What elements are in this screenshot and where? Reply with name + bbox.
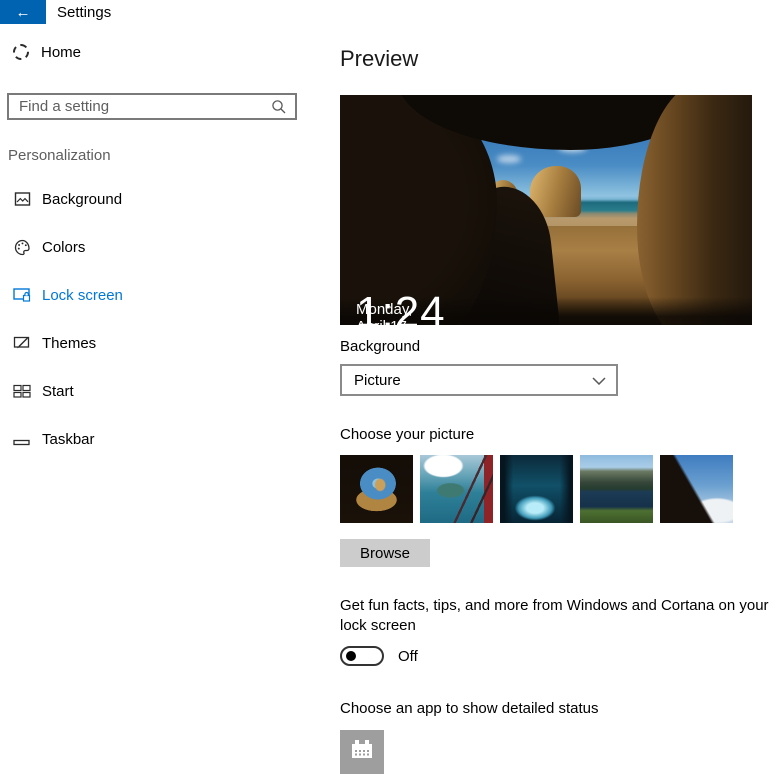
choose-picture-label: Choose your picture xyxy=(340,426,474,443)
nav-label: Lock screen xyxy=(42,287,123,304)
preview-date: Monday, April 17 xyxy=(356,301,412,325)
browse-button[interactable]: Browse xyxy=(340,539,430,567)
thumbnail-aerial-coastline[interactable] xyxy=(420,455,493,523)
nav-label: Background xyxy=(42,191,122,208)
toggle-state-label: Off xyxy=(398,648,418,665)
palette-icon xyxy=(13,239,31,255)
lock-screen-preview-image: 1:24 Monday, April 17 xyxy=(340,95,752,325)
sidebar-item-themes[interactable]: Themes xyxy=(0,319,320,367)
home-label: Home xyxy=(41,44,81,61)
page-title: Preview xyxy=(340,46,418,72)
nav-label: Themes xyxy=(42,335,96,352)
thumbnail-beach-cave[interactable] xyxy=(340,455,413,523)
search-input[interactable] xyxy=(9,98,271,115)
sidebar-item-lock-screen[interactable]: Lock screen xyxy=(0,271,320,319)
fun-facts-toggle[interactable] xyxy=(340,646,384,666)
detailed-status-app-button[interactable] xyxy=(340,730,384,774)
background-label: Background xyxy=(340,338,420,355)
calendar-icon xyxy=(348,737,376,768)
detailed-status-label: Choose an app to show detailed status xyxy=(340,700,599,717)
gear-icon xyxy=(13,44,29,60)
background-dropdown-value: Picture xyxy=(354,372,401,389)
fun-facts-label: Get fun facts, tips, and more from Windo… xyxy=(340,596,780,636)
taskbar-icon xyxy=(13,431,31,447)
preview-cave-wall-right xyxy=(637,95,752,325)
thumbnail-fjord-lake[interactable] xyxy=(580,455,653,523)
sidebar-item-background[interactable]: Background xyxy=(0,175,320,223)
start-tiles-icon xyxy=(13,383,31,399)
lock-screen-icon xyxy=(13,287,31,303)
sidebar-item-colors[interactable]: Colors xyxy=(0,223,320,271)
themes-icon xyxy=(13,335,31,351)
picture-icon xyxy=(13,191,31,207)
nav-label: Taskbar xyxy=(42,431,95,448)
chevron-down-icon xyxy=(592,372,606,389)
thumbnail-mountain-clouds[interactable] xyxy=(660,455,733,523)
back-arrow-icon: ← xyxy=(16,4,31,21)
back-button[interactable]: ← xyxy=(0,0,46,24)
sidebar-item-taskbar[interactable]: Taskbar xyxy=(0,415,320,463)
search-icon[interactable] xyxy=(271,99,287,115)
nav-label: Start xyxy=(42,383,74,400)
toggle-knob xyxy=(346,651,356,661)
background-dropdown[interactable]: Picture xyxy=(340,364,618,396)
sidebar-nav: Background Colors Lock screen xyxy=(0,175,320,463)
sidebar-item-home[interactable]: Home xyxy=(13,40,81,64)
picture-thumbnails xyxy=(340,455,733,523)
app-title: Settings xyxy=(57,4,111,21)
fun-facts-toggle-row: Off xyxy=(340,646,418,666)
search-box[interactable] xyxy=(7,93,297,120)
sidebar-item-start[interactable]: Start xyxy=(0,367,320,415)
section-label-personalization: Personalization xyxy=(8,147,111,164)
preview-cloud xyxy=(497,155,522,163)
nav-label: Colors xyxy=(42,239,85,256)
thumbnail-ice-cave[interactable] xyxy=(500,455,573,523)
